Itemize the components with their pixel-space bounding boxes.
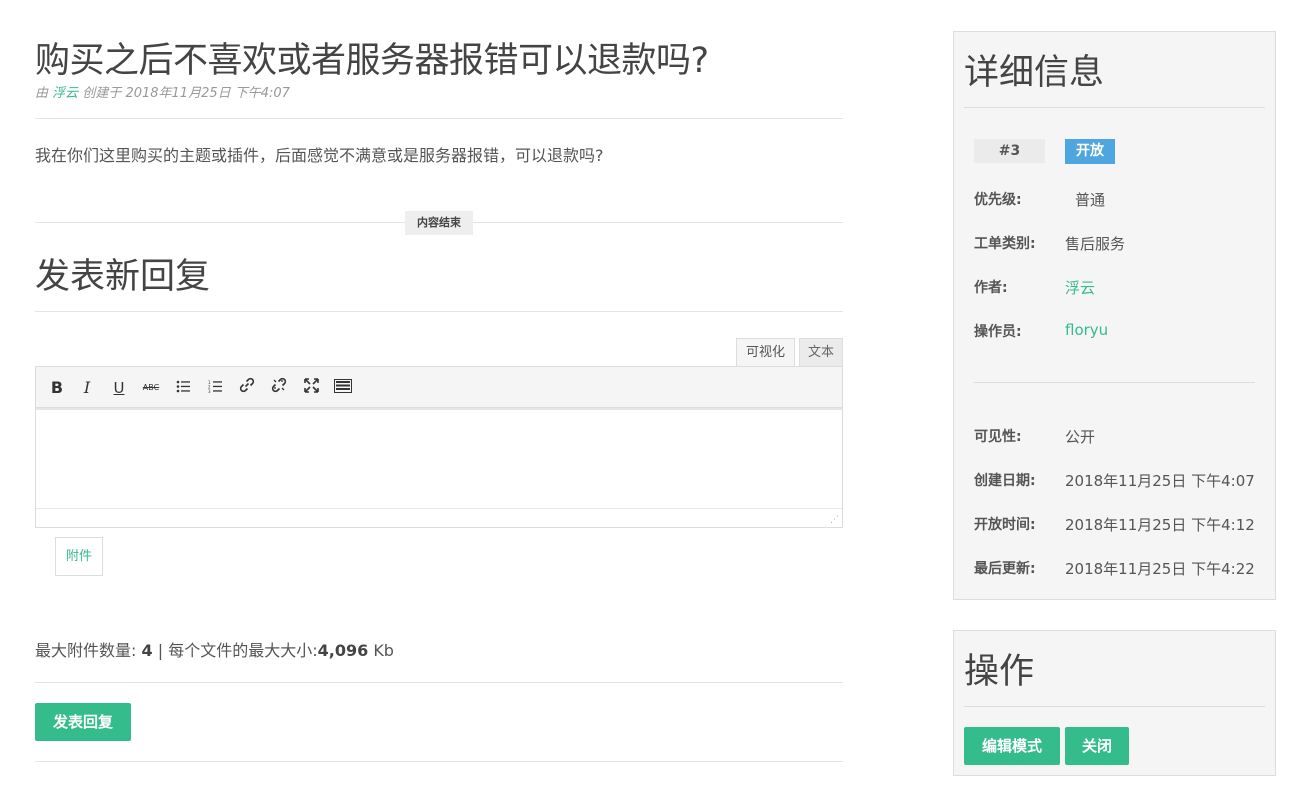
actions-panel: 操作 编辑模式 关闭 — [953, 630, 1276, 776]
limit-sep: | 每个文件的最大大小: — [157, 641, 318, 660]
toolbar-toggle-icon[interactable] — [330, 375, 356, 401]
category-label: 工单类别: — [974, 236, 1036, 252]
ticket-body: 我在你们这里购买的主题或插件，后面感觉不满意或是服务器报错，可以退款吗? — [35, 146, 604, 165]
link-icon[interactable] — [234, 375, 260, 401]
divider — [35, 682, 843, 683]
divider — [974, 382, 1255, 383]
limit-size: 4,096 — [317, 641, 369, 660]
italic-icon[interactable]: I — [74, 375, 100, 401]
details-panel: 详细信息 #3 开放 优先级: 普通 工单类别: 售后服务 作者: 浮云 操作员… — [953, 31, 1276, 600]
updated-label: 最后更新: — [974, 561, 1036, 577]
unlink-icon[interactable] — [266, 375, 292, 401]
ticket-id-badge: #3 — [974, 139, 1045, 163]
opened-label: 开放时间: — [974, 517, 1036, 533]
reply-section-title: 发表新回复 — [35, 257, 211, 297]
ticket-author-link[interactable]: 浮云 — [52, 86, 78, 101]
author-link[interactable]: 浮云 — [1065, 277, 1095, 298]
visibility-value: 公开 — [1065, 428, 1096, 446]
divider — [35, 311, 843, 312]
reply-editor[interactable]: ⋰ — [35, 408, 843, 528]
strikethrough-icon[interactable]: ABC — [138, 375, 164, 401]
svg-text:3: 3 — [208, 389, 211, 393]
content-end-badge: 内容结束 — [405, 211, 473, 235]
divider — [964, 706, 1265, 707]
category-value: 售后服务 — [1065, 235, 1126, 253]
fullscreen-icon[interactable] — [298, 375, 324, 401]
operator-label: 操作员: — [974, 324, 1022, 340]
updated-value: 2018年11月25日 下午4:22 — [1065, 560, 1255, 578]
attachment-limits: 最大附件数量: 4 | 每个文件的最大大小:4,096 Kb — [35, 637, 394, 661]
status-badge: 开放 — [1065, 139, 1115, 164]
bullet-list-icon[interactable] — [170, 375, 196, 401]
attach-button[interactable]: 附件 — [55, 537, 103, 576]
submit-reply-button[interactable]: 发表回复 — [35, 703, 131, 741]
priority-value: 普通 — [1075, 191, 1106, 209]
bold-icon[interactable]: B — [44, 375, 70, 401]
created-value: 2018年11月25日 下午4:07 — [1065, 472, 1255, 490]
divider — [35, 761, 843, 762]
underline-icon[interactable]: U — [106, 375, 132, 401]
details-title: 详细信息 — [964, 53, 1105, 93]
limit-count-label: 最大附件数量: — [35, 641, 137, 660]
opened-value: 2018年11月25日 下午4:12 — [1065, 516, 1255, 534]
limit-count: 4 — [141, 641, 153, 660]
author-label: 作者: — [974, 280, 1008, 296]
visibility-label: 可见性: — [974, 429, 1022, 445]
meta-created: 创建于 2018年11月25日 下午4:07 — [82, 86, 290, 101]
meta-prefix: 由 — [35, 86, 49, 101]
editor-toolbar: B I U ABC 123 — [35, 366, 843, 408]
divider — [964, 107, 1265, 108]
priority-label: 优先级: — [974, 192, 1022, 208]
edit-mode-button[interactable]: 编辑模式 — [964, 727, 1060, 765]
actions-title: 操作 — [964, 652, 1035, 692]
numbered-list-icon[interactable]: 123 — [202, 375, 228, 401]
operator-link[interactable]: floryu — [1065, 321, 1108, 339]
close-ticket-button[interactable]: 关闭 — [1065, 727, 1129, 765]
tab-visual[interactable]: 可视化 — [736, 338, 795, 366]
limit-unit: Kb — [373, 641, 394, 660]
tab-text[interactable]: 文本 — [799, 338, 843, 366]
resize-handle-icon[interactable]: ⋰ — [830, 515, 840, 525]
created-label: 创建日期: — [974, 473, 1036, 489]
editor-statusbar: ⋰ — [36, 508, 842, 527]
ticket-meta: 由 浮云 创建于 2018年11月25日 下午4:07 — [35, 82, 290, 101]
divider — [35, 118, 843, 119]
ticket-title: 购买之后不喜欢或者服务器报错可以退款吗? — [35, 41, 709, 81]
